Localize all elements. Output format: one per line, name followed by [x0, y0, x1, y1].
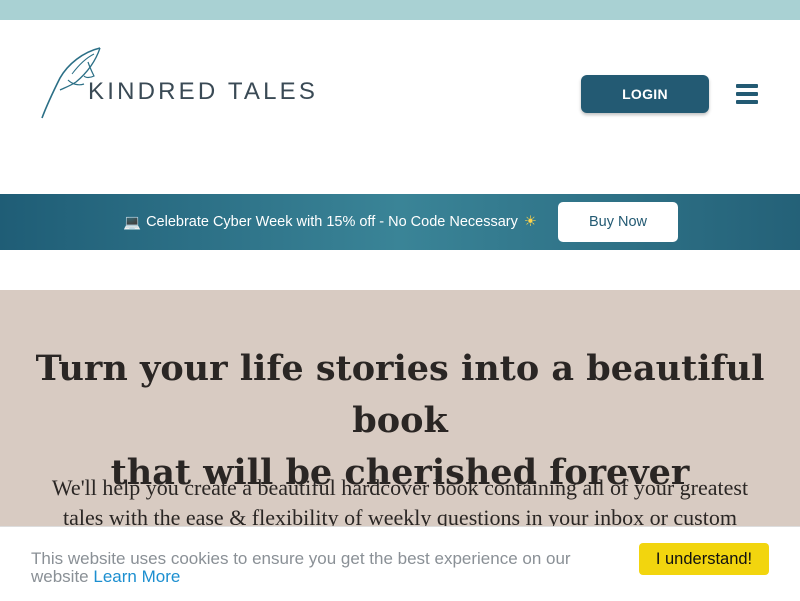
- cookie-message: This website uses cookies to ensure you …: [31, 550, 591, 585]
- hero-title-line-1: Turn your life stories into a beautiful …: [35, 348, 765, 441]
- promo-message: 💻 Celebrate Cyber Week with 15% off - No…: [123, 194, 537, 250]
- site-header: KINDRED TALES LOGIN: [0, 20, 800, 194]
- cookie-accept-button[interactable]: I understand!: [639, 543, 769, 575]
- brand-name: KINDRED TALES: [88, 78, 319, 105]
- sun-icon: ☀: [523, 214, 537, 230]
- menu-icon[interactable]: [736, 84, 758, 104]
- logo[interactable]: KINDRED TALES: [38, 46, 338, 120]
- buy-now-button[interactable]: Buy Now: [558, 202, 678, 242]
- promo-banner: 💻 Celebrate Cyber Week with 15% off - No…: [0, 194, 800, 250]
- cookie-banner: This website uses cookies to ensure you …: [0, 526, 800, 601]
- promo-text: Celebrate Cyber Week with 15% off - No C…: [146, 214, 518, 230]
- top-strip: [0, 0, 800, 20]
- learn-more-link[interactable]: Learn More: [93, 567, 180, 586]
- login-button[interactable]: LOGIN: [581, 75, 709, 113]
- hero-description: We'll help you create a beautiful hardco…: [51, 475, 749, 530]
- laptop-icon: 💻: [123, 214, 142, 231]
